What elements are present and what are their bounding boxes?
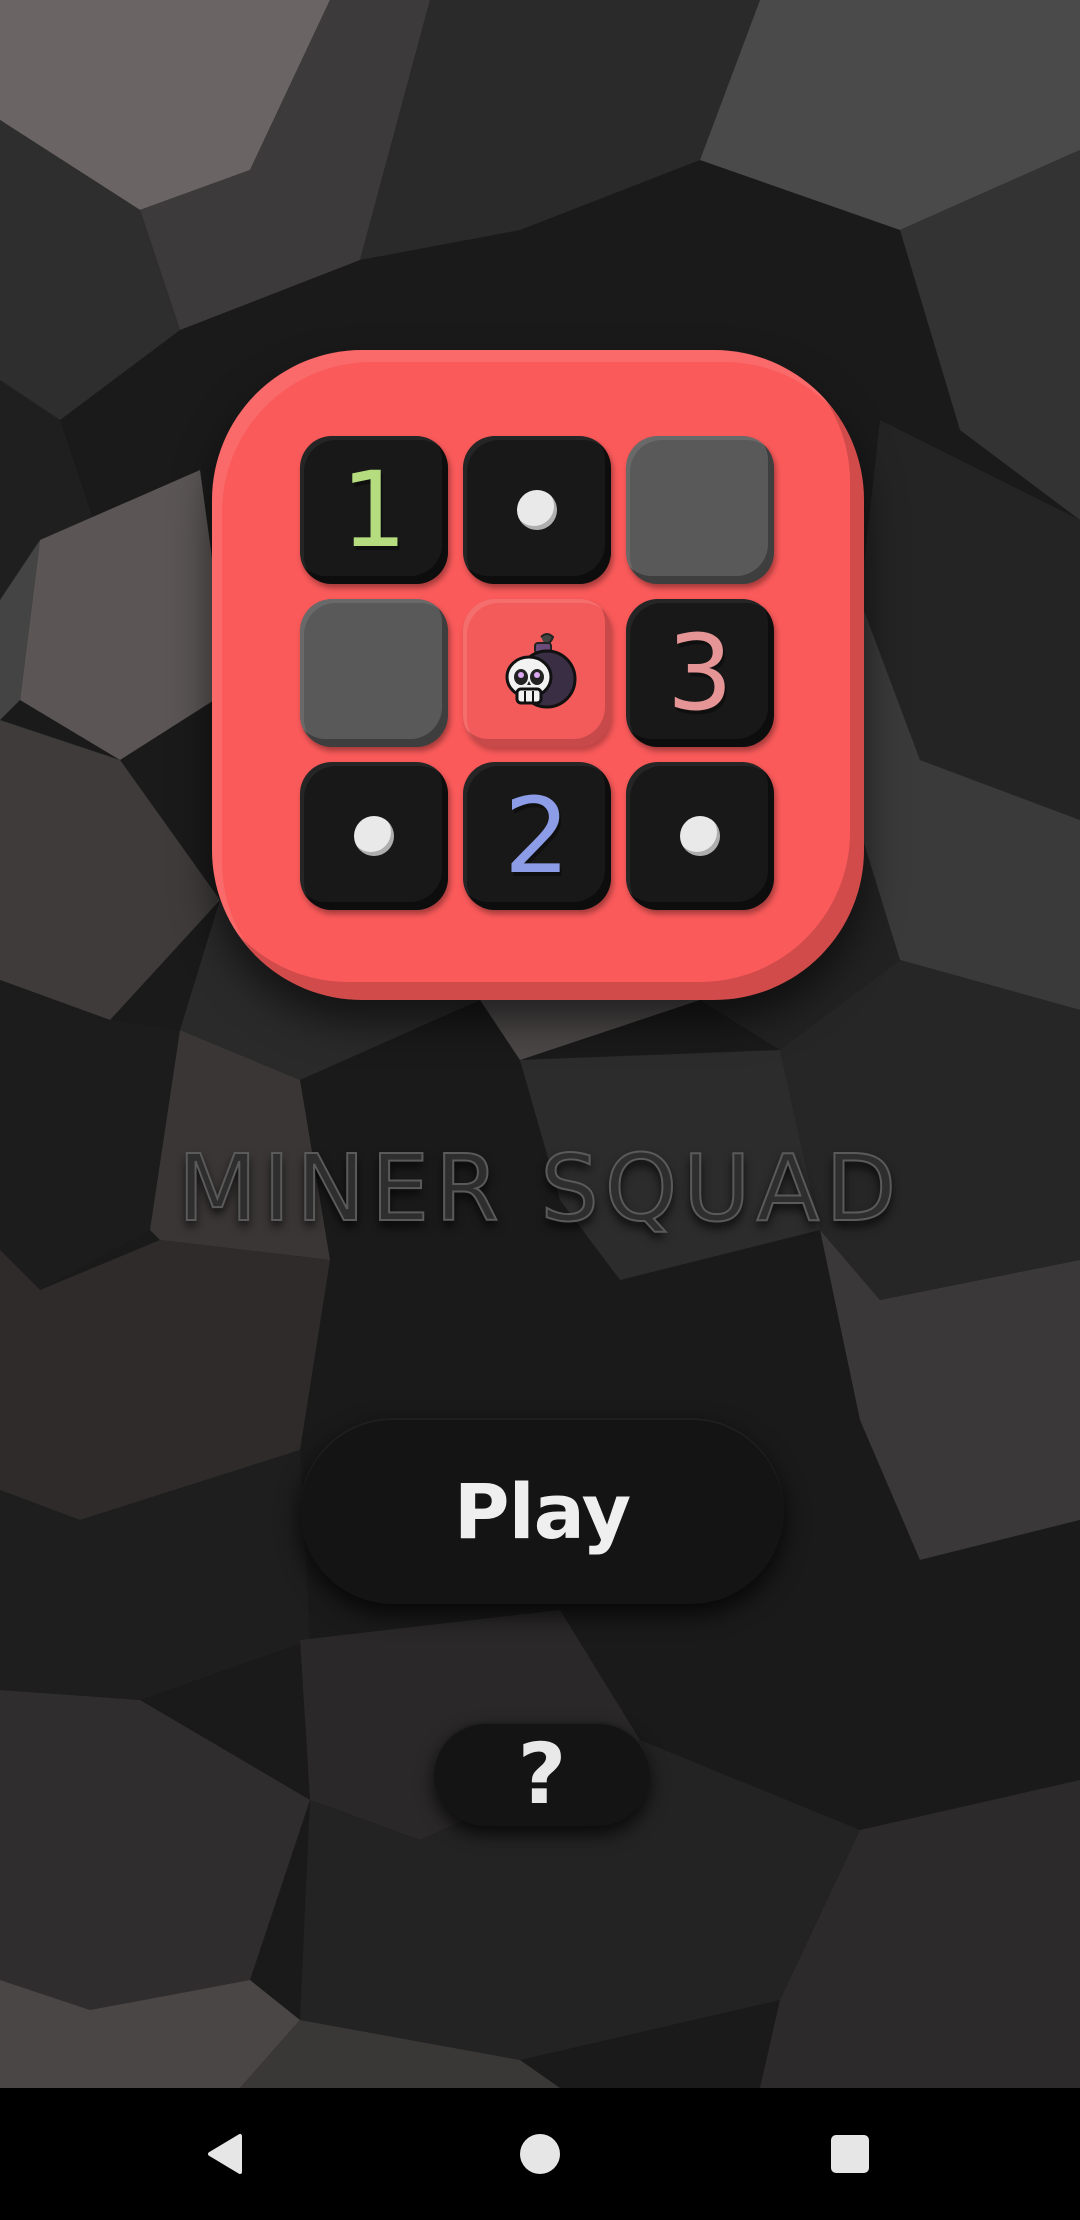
dot-icon [354, 816, 394, 856]
logo-tile-hidden [626, 436, 774, 584]
dot-icon [680, 816, 720, 856]
dot-icon [517, 490, 557, 530]
logo-tile-bomb [463, 599, 611, 747]
logo-tile-number: 1 [300, 436, 448, 584]
logo-tile-number: 2 [503, 775, 571, 897]
help-button-label: ? [517, 1725, 567, 1823]
logo-tile-number: 3 [666, 612, 734, 734]
system-navigation-bar [0, 2088, 1080, 2220]
skull-bomb-icon [505, 633, 577, 709]
play-button[interactable]: Play [300, 1418, 784, 1604]
home-button[interactable] [474, 2088, 606, 2220]
play-button-label: Play [453, 1466, 631, 1556]
logo-tile-number: 1 [340, 449, 408, 571]
logo-tile-dot [463, 436, 611, 584]
logo-tile-dot [300, 762, 448, 910]
back-button[interactable] [160, 2088, 292, 2220]
logo-tile-number: 2 [463, 762, 611, 910]
home-circle-icon [520, 2134, 560, 2174]
game-title: MINER SQUAD [177, 1134, 903, 1243]
back-triangle-icon [208, 2134, 242, 2174]
help-button[interactable]: ? [434, 1722, 650, 1826]
game-logo: 1 32 [212, 350, 864, 1000]
recents-button[interactable] [784, 2088, 916, 2220]
logo-tile-number: 3 [626, 599, 774, 747]
logo-tile-dot [626, 762, 774, 910]
logo-tile-hidden [300, 599, 448, 747]
recents-square-icon [831, 2135, 869, 2173]
